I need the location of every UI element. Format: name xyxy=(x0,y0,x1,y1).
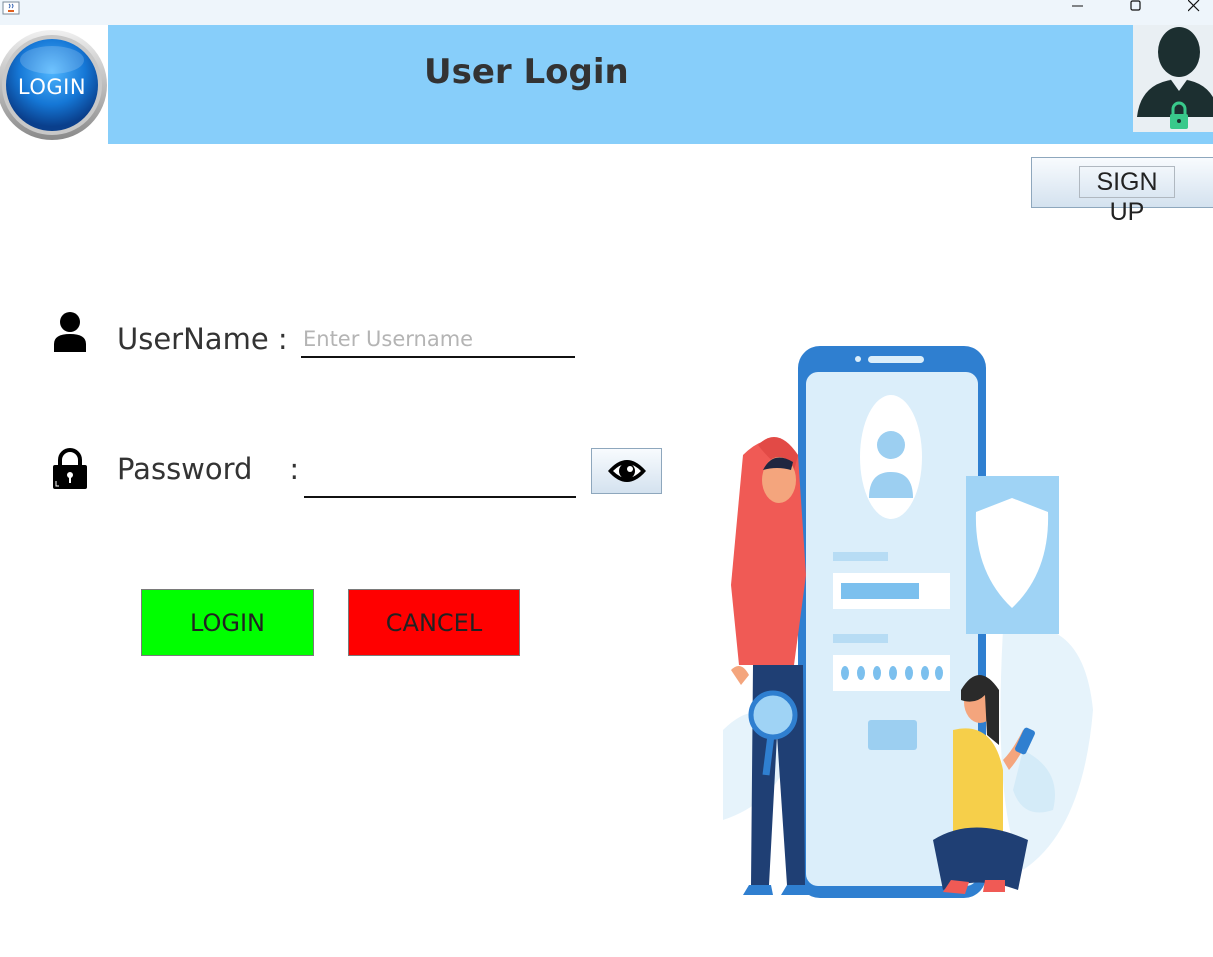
minimize-icon xyxy=(1072,5,1083,7)
login-logo: LOGIN xyxy=(0,25,108,144)
password-label: Password : xyxy=(117,452,300,486)
logo-text: LOGIN xyxy=(17,75,87,99)
title-bar xyxy=(0,0,1213,25)
password-input[interactable] xyxy=(304,462,576,498)
header: LOGIN User Login xyxy=(0,25,1213,144)
header-band xyxy=(108,25,1213,144)
username-label: UserName : xyxy=(117,322,288,356)
username-input[interactable] xyxy=(301,322,575,358)
java-cup-icon xyxy=(2,0,20,15)
sign-up-label: SIGN UP xyxy=(1079,166,1175,226)
user-icon xyxy=(51,311,89,357)
page-title: User Login xyxy=(424,52,629,92)
maximize-button[interactable] xyxy=(1116,0,1156,20)
sign-up-button[interactable]: SIGN UP xyxy=(1031,157,1213,226)
maximize-icon xyxy=(1130,0,1141,11)
close-icon xyxy=(1188,0,1200,12)
cancel-button[interactable]: CANCEL xyxy=(348,589,520,656)
lock-icon xyxy=(51,448,89,494)
toggle-password-button[interactable] xyxy=(591,448,662,494)
login-window: LOGIN User Login SIGN UP UserName : Ente… xyxy=(0,0,1213,957)
minimize-button[interactable] xyxy=(1058,0,1098,20)
user-lock-icon xyxy=(1133,25,1213,132)
close-button[interactable] xyxy=(1174,0,1213,20)
phone-login-illustration xyxy=(723,330,1098,905)
login-button[interactable]: LOGIN xyxy=(141,589,314,656)
eye-icon xyxy=(608,460,646,482)
